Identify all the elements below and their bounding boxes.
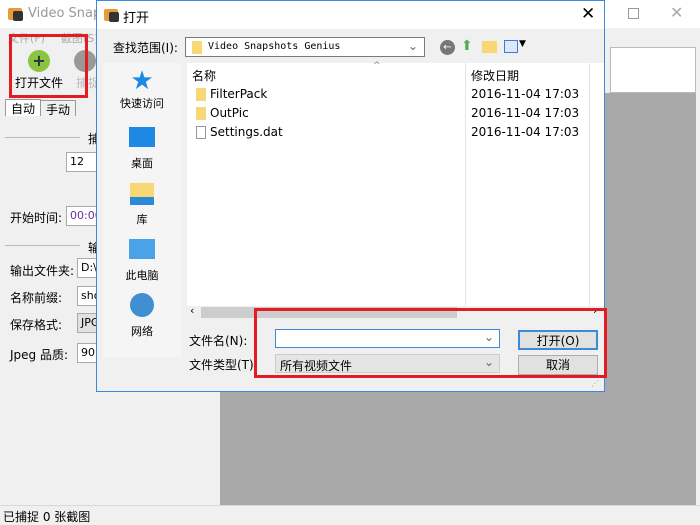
- quality-label: Jpeg 品质:: [10, 348, 69, 362]
- file-row[interactable]: OutPic 2016-11-04 17:03: [187, 104, 604, 123]
- look-in-value: Video Snapshots Genius: [208, 41, 341, 52]
- format-label: 保存格式:: [10, 318, 63, 332]
- folder-icon: [196, 88, 206, 101]
- tab-manual[interactable]: 手动: [41, 100, 77, 117]
- place-library[interactable]: 库: [103, 181, 181, 227]
- places-bar: ★ 快速访问 桌面 库 此电脑 网络: [103, 63, 181, 357]
- file-row[interactable]: Settings.dat 2016-11-04 17:03: [187, 123, 604, 142]
- desktop-icon: [129, 127, 155, 147]
- library-icon: [130, 183, 154, 205]
- folder-icon: [192, 41, 202, 54]
- file-list: 名称 ^ 修改日期 FilterPack 2016-11-04 17:03 Ou…: [187, 61, 604, 319]
- place-network[interactable]: 网络: [103, 293, 181, 339]
- status-bar: 已捕捉 0 张截图: [0, 505, 700, 524]
- chevron-down-icon: ⌄: [408, 39, 419, 53]
- sort-up-icon: ^: [373, 61, 381, 71]
- file-name: Settings.dat: [210, 125, 283, 139]
- filename-label: 文件名(N):: [189, 334, 248, 348]
- scroll-left-icon[interactable]: ‹: [190, 304, 194, 317]
- place-this-pc[interactable]: 此电脑: [103, 237, 181, 283]
- star-icon: ★: [130, 66, 154, 96]
- mode-tabs: 自动 手动: [5, 99, 77, 117]
- dialog-icon: [104, 9, 119, 22]
- dialog-title-bar: 打开 ✕: [97, 1, 604, 29]
- file-name: FilterPack: [210, 87, 268, 101]
- place-label: 此电脑: [125, 269, 159, 282]
- up-folder-icon[interactable]: ⬆: [461, 38, 473, 54]
- view-dropdown-icon[interactable]: ▼: [519, 39, 526, 49]
- new-folder-icon[interactable]: [482, 41, 497, 53]
- prefix-input[interactable]: sho: [77, 286, 97, 306]
- dialog-title: 打开: [123, 11, 150, 26]
- output-folder-label: 输出文件夹:: [10, 264, 75, 278]
- highlight-file-controls: [254, 308, 607, 378]
- interval-spinner[interactable]: 12: [66, 152, 98, 172]
- place-label: 库: [136, 213, 148, 226]
- dialog-close-icon[interactable]: ✕: [581, 4, 595, 24]
- place-label: 网络: [131, 325, 153, 338]
- place-label: 快速访问: [120, 97, 164, 110]
- start-time-label: 开始时间:: [10, 211, 63, 225]
- file-row[interactable]: FilterPack 2016-11-04 17:03: [187, 85, 604, 104]
- file-date: 2016-11-04 17:03: [471, 87, 580, 101]
- output-folder-input[interactable]: D:\: [77, 258, 97, 278]
- file-icon: [196, 126, 206, 139]
- highlight-open-file: [9, 34, 88, 98]
- look-in-label: 查找范围(I):: [113, 41, 178, 55]
- network-icon: [130, 293, 154, 317]
- look-in-combo[interactable]: Video Snapshots Genius ⌄: [185, 37, 425, 57]
- place-desktop[interactable]: 桌面: [103, 125, 181, 171]
- start-time-input[interactable]: 00:00:: [66, 206, 98, 226]
- divider: [5, 245, 80, 246]
- resize-grip-icon[interactable]: ⋰: [591, 379, 599, 388]
- status-text: 已捕捉 0 张截图: [3, 510, 91, 524]
- close-icon[interactable]: ✕: [670, 3, 683, 22]
- file-name: OutPic: [210, 106, 249, 120]
- place-label: 桌面: [131, 157, 153, 170]
- top-right-panel: [610, 47, 696, 93]
- divider: [5, 137, 80, 138]
- computer-icon: [129, 239, 155, 259]
- filetype-label: 文件类型(T):: [189, 358, 258, 372]
- folder-icon: [196, 107, 206, 120]
- maximize-icon[interactable]: [628, 8, 639, 19]
- tab-auto[interactable]: 自动: [5, 99, 42, 116]
- format-select[interactable]: JPG: [77, 313, 97, 333]
- app-icon: [8, 8, 23, 21]
- place-quick-access[interactable]: ★ 快速访问: [103, 67, 181, 111]
- quality-input[interactable]: 90: [77, 343, 97, 363]
- file-date: 2016-11-04 17:03: [471, 106, 580, 120]
- column-name[interactable]: 名称: [192, 67, 216, 84]
- column-date[interactable]: 修改日期: [471, 67, 519, 84]
- file-date: 2016-11-04 17:03: [471, 125, 580, 139]
- prefix-label: 名称前缀:: [10, 291, 63, 305]
- view-menu-icon[interactable]: [504, 40, 518, 53]
- back-icon[interactable]: ←: [440, 40, 455, 55]
